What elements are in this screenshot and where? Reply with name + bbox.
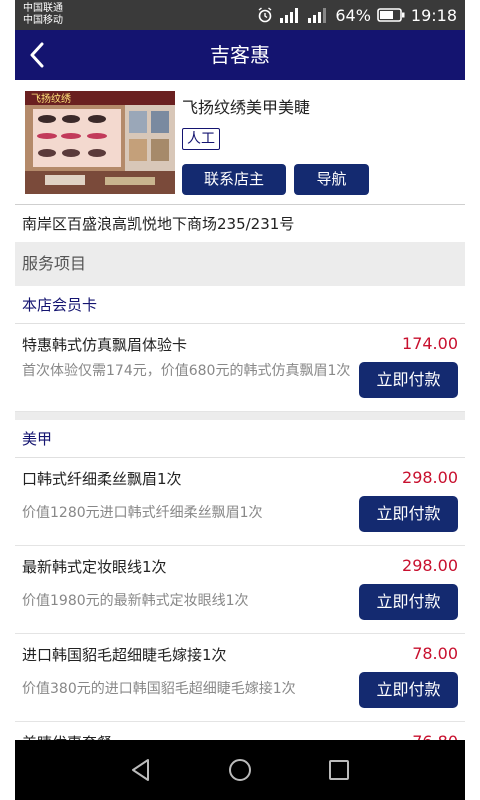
clock: 19:18	[410, 5, 457, 25]
service-description: 价值1980元的最新韩式定妆眼线1次	[22, 593, 249, 609]
battery-icon	[377, 8, 405, 22]
shop-tag-badge: 人工	[182, 128, 220, 150]
service-item[interactable]: 特惠韩式仿真飘眉体验卡 174.00 首次体验仅需174元，价值680元的韩式仿…	[15, 324, 465, 412]
category-member-card: 本店会员卡	[15, 286, 465, 324]
shop-name: 飞扬纹绣美甲美睫	[182, 98, 311, 117]
chevron-left-icon	[30, 42, 44, 68]
service-item[interactable]: 最新韩式定妆眼线1次 298.00 价值1980元的最新韩式定妆眼线1次 立即付…	[15, 546, 465, 634]
top-nav-bar: 吉客惠	[15, 30, 465, 80]
home-circle-icon[interactable]	[226, 756, 254, 784]
app-screen: 中国联通 中国移动 64% 19:18 吉客惠 飞扬纹绣 飞扬纹绣美甲美睫 人工…	[0, 0, 480, 800]
service-price: 78.00	[412, 644, 458, 663]
service-item[interactable]: 口韩式纤细柔丝飘眉1次 298.00 价值1280元进口韩式纤细柔丝飘眉1次 立…	[15, 458, 465, 546]
shop-sign-text: 飞扬纹绣	[31, 92, 71, 105]
service-description: 价值380元的进口韩国貂毛超细睫毛嫁接1次	[22, 681, 296, 697]
service-description: 首次体验仅需174元，价值680元的韩式仿真飘眉1次	[22, 363, 351, 379]
navigate-button[interactable]: 导航	[294, 164, 369, 195]
shop-header: 飞扬纹绣 飞扬纹绣美甲美睫 人工 联系店主 导航	[15, 80, 465, 205]
shop-address[interactable]: 南岸区百盛浪高凯悦地下商场235/231号	[15, 206, 465, 242]
back-triangle-icon[interactable]	[127, 756, 155, 784]
signal-icon-2	[308, 8, 327, 23]
shop-photo-image: 飞扬纹绣	[25, 91, 175, 194]
battery-percent: 64%	[335, 5, 371, 25]
service-description: 价值1280元进口韩式纤细柔丝飘眉1次	[22, 505, 263, 521]
status-bar: 中国联通 中国移动 64% 19:18	[15, 0, 465, 30]
category-manicure: 美甲	[15, 420, 465, 458]
service-item[interactable]: 进口韩国貂毛超细睫毛嫁接1次 78.00 价值380元的进口韩国貂毛超细睫毛嫁接…	[15, 634, 465, 722]
service-price: 298.00	[402, 468, 458, 487]
pay-now-button[interactable]: 立即付款	[359, 672, 458, 708]
page-title: 吉客惠	[210, 43, 270, 67]
contact-owner-button[interactable]: 联系店主	[182, 164, 286, 195]
pay-now-button[interactable]: 立即付款	[359, 584, 458, 620]
back-button[interactable]	[15, 30, 59, 80]
recents-square-icon[interactable]	[325, 756, 353, 784]
pay-now-button[interactable]: 立即付款	[359, 496, 458, 532]
service-title: 最新韩式定妆眼线1次	[22, 558, 167, 576]
alarm-icon	[258, 7, 272, 23]
service-title: 进口韩国貂毛超细睫毛嫁接1次	[22, 646, 227, 664]
section-header-services: 服务项目	[15, 242, 465, 286]
service-price: 298.00	[402, 556, 458, 575]
service-title: 口韩式纤细柔丝飘眉1次	[22, 470, 182, 488]
system-nav-bar	[15, 740, 465, 800]
status-icons: 64% 19:18	[257, 4, 457, 26]
carrier-2: 中国移动	[23, 15, 63, 26]
service-title: 特惠韩式仿真飘眉体验卡	[22, 336, 188, 354]
signal-icon	[280, 8, 299, 23]
service-price: 174.00	[402, 334, 458, 353]
pay-now-button[interactable]: 立即付款	[359, 362, 458, 398]
shop-photo[interactable]: 飞扬纹绣	[25, 91, 175, 194]
category-divider	[15, 412, 465, 420]
carrier-1: 中国联通	[23, 3, 63, 14]
